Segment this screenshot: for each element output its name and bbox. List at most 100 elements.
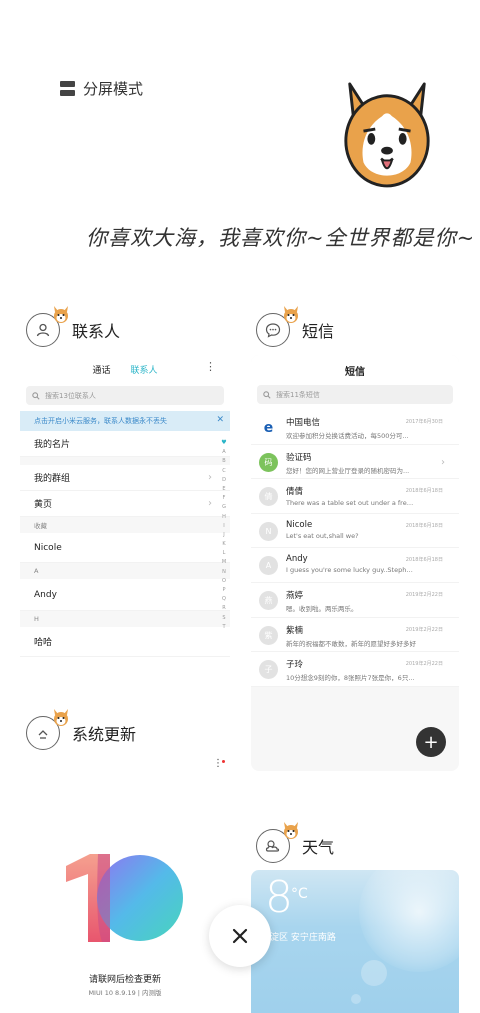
update-app-icon	[26, 709, 68, 750]
split-mode-toggle[interactable]: 分屏模式	[60, 78, 143, 99]
sun-glow	[359, 870, 459, 972]
alphabet-letter[interactable]: B	[222, 458, 225, 464]
alphabet-letter[interactable]: A	[222, 449, 225, 455]
weather-card-title: 天气	[302, 838, 335, 857]
avatar: N	[259, 521, 278, 541]
tab-contacts[interactable]: 联系人	[131, 363, 158, 376]
shiba-dog-icon	[344, 82, 430, 188]
alphabet-letter[interactable]: S	[222, 615, 225, 621]
alphabet-letter[interactable]: H	[222, 514, 226, 520]
alphabet-letter[interactable]: F	[223, 495, 226, 501]
alphabet-letter[interactable]: L	[223, 550, 226, 556]
sms-app-icon	[256, 306, 298, 347]
chevron-right-icon: ›	[208, 498, 212, 509]
section-header-h: H	[20, 611, 230, 627]
alphabet-letter[interactable]: M	[222, 559, 226, 565]
avatar: A	[259, 556, 278, 576]
weather-card-header[interactable]: 天气	[256, 822, 335, 863]
sms-search-input[interactable]: 搜索11条短信	[257, 385, 453, 404]
message-body: 验证码 您好！您的网上营业厅登录的随机密码为...	[286, 451, 451, 475]
update-card-header[interactable]: 系统更新	[26, 709, 137, 750]
alphabet-letter[interactable]: P	[222, 587, 225, 593]
list-item-label: 我的群组	[34, 474, 71, 484]
message-row[interactable]: e 中国电信 欢迎参加积分兑换话费活动，每500分可... 2017年6月30日	[251, 410, 459, 445]
list-item-my-card[interactable]: 我的名片	[20, 431, 230, 457]
split-mode-label: 分屏模式	[83, 80, 144, 98]
contacts-list: 我的名片 我的群组 › 黄页 › 收藏 Nicole A Andy H 哈哈	[20, 431, 230, 657]
alphabet-letter[interactable]: G	[222, 504, 226, 510]
message-row[interactable]: N Nicole Let's eat out,shall we? 2018年6月18日	[251, 514, 459, 549]
contact-row[interactable]: Andy	[20, 579, 230, 611]
cloud-notice-banner[interactable]: 点击开启小米云服务，联系人数据永不丢失 ✕	[20, 411, 230, 431]
avatar: 紫	[259, 625, 278, 645]
message-date: 2017年6月30日	[405, 419, 443, 425]
favorites-heart-icon[interactable]: ♥	[221, 439, 226, 446]
message-date: 2019年2月22日	[405, 661, 443, 668]
arrow-up-icon	[38, 730, 48, 739]
check-update-text: 请联网后检查更新	[88, 975, 161, 985]
message-date: 2019年2月22日	[405, 591, 443, 598]
contacts-search-input[interactable]: 搜索13位联系人	[26, 386, 224, 405]
list-item-yellow-pages[interactable]: 黄页 ›	[20, 491, 230, 517]
tab-calls[interactable]: 通话	[92, 363, 110, 376]
alphabet-letter[interactable]: C	[222, 468, 226, 474]
alphabet-letter[interactable]: R	[222, 605, 225, 611]
message-row[interactable]: 燕燕婷 嗯。收到啦。两乐两乐。 2019年2月22日	[251, 583, 459, 618]
close-icon	[232, 928, 248, 944]
shiba-badge-icon	[54, 709, 68, 726]
alphabet-letter[interactable]: D	[222, 477, 226, 483]
temperature-value: 8	[265, 872, 293, 923]
sms-card-title: 短信	[302, 322, 335, 341]
contact-row[interactable]: Nicole	[20, 533, 230, 563]
section-header-favorites: 收藏	[20, 517, 230, 533]
message-preview: There was a table set out under a free i…	[286, 499, 416, 508]
message-row[interactable]: A Andy I guess you're some lucky guy..Step…	[251, 548, 459, 583]
message-row[interactable]: 倩倩倩 There was a table set out under a fre…	[251, 479, 459, 514]
sms-card[interactable]: 短信 搜索11条短信 e 中国电信 欢迎参加积分兑换话费活动，每500分可... 20…	[251, 355, 459, 771]
list-item-my-groups[interactable]: 我的群组 ›	[20, 465, 230, 491]
more-options-icon[interactable]: ⋮	[205, 360, 216, 373]
search-icon	[32, 391, 40, 400]
message-preview: Let's eat out,shall we?	[286, 531, 359, 540]
new-message-button[interactable]: +	[416, 727, 446, 757]
alphabet-letter[interactable]: O	[222, 578, 226, 584]
shiba-badge-icon	[54, 306, 68, 323]
chat-bubble-icon	[265, 323, 281, 338]
alphabet-letter[interactable]: E	[222, 486, 225, 492]
decor-bubble	[361, 960, 387, 986]
contacts-card-header[interactable]: 联系人	[26, 306, 121, 347]
weather-location: 海淀区 安宁庄南路	[261, 933, 336, 943]
close-notice-icon[interactable]: ✕	[216, 415, 224, 425]
contacts-tabs: 通话 联系人 ⋮	[20, 355, 230, 382]
sms-panel: 短信 搜索11条短信 e 中国电信 欢迎参加积分兑换话费活动，每500分可... 20…	[251, 355, 459, 687]
alphabet-letter[interactable]: Q	[222, 596, 226, 602]
message-date: 2018年6月18日	[405, 488, 443, 495]
alphabet-letter[interactable]: J	[223, 532, 224, 538]
alphabet-letter[interactable]: K	[222, 541, 225, 547]
temperature-unit: °C	[291, 886, 308, 902]
sms-card-header[interactable]: 短信	[256, 306, 335, 347]
sms-header-title: 短信	[345, 367, 365, 378]
section-header-a: A	[20, 563, 230, 579]
alphabet-letter[interactable]: T	[222, 624, 225, 630]
weather-card[interactable]: 8 °C 海淀区 安宁庄南路	[251, 870, 459, 1013]
contacts-card-title: 联系人	[72, 322, 121, 341]
update-more-options-icon[interactable]: ⋮	[213, 758, 225, 769]
china-telecom-logo-icon: e	[263, 419, 274, 436]
message-row[interactable]: 紫紫楠 新年的祝福都不敢数，新年的愿望好多好多好 2019年2月22日	[251, 618, 459, 653]
alphabet-index[interactable]: ♥ ABCDEFGHIJKLMNOPQRST	[220, 439, 228, 630]
shiba-badge-icon	[284, 822, 298, 839]
close-split-button[interactable]	[209, 905, 271, 967]
contact-row[interactable]: 哈哈	[20, 627, 230, 657]
contacts-card[interactable]: 通话 联系人 ⋮ 搜索13位联系人 点击开启小米云服务，联系人数据永不丢失 ✕ …	[20, 355, 230, 685]
alphabet-letter[interactable]: N	[222, 569, 226, 575]
avatar: 子	[259, 660, 278, 680]
version-text: MIUI 10 8.9.19 | 内测版	[88, 989, 162, 997]
message-row[interactable]: 子子玲 10分想念9刻的你，8张照片7张是你，6只... 2019年2月22日	[251, 652, 459, 687]
shiba-badge-icon	[284, 306, 298, 323]
alphabet-letter[interactable]: I	[223, 523, 224, 529]
contacts-app-icon	[26, 306, 68, 347]
message-row[interactable]: 码验证码 您好！您的网上营业厅登录的随机密码为... ›	[251, 445, 459, 480]
update-card-title: 系统更新	[72, 725, 137, 744]
chevron-right-icon: ›	[208, 472, 212, 483]
